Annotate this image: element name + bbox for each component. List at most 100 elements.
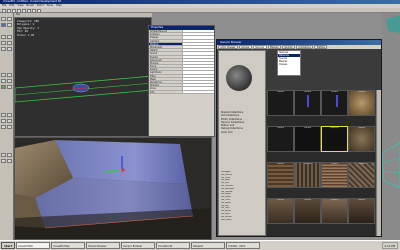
vertex-mode-icon[interactable] xyxy=(7,17,12,21)
property-key: Display xyxy=(150,36,159,39)
property-value[interactable] xyxy=(182,81,214,84)
tab-animations[interactable]: Animations xyxy=(295,45,314,49)
property-value[interactable] xyxy=(182,49,214,52)
cylinder-builder-icon[interactable] xyxy=(1,41,6,45)
property-value[interactable] xyxy=(182,45,214,49)
sheet-builder-icon[interactable] xyxy=(7,35,12,39)
property-value[interactable] xyxy=(182,87,214,90)
task-texture-browser[interactable]: Texture Browser xyxy=(86,242,121,249)
wireframe-line xyxy=(381,157,400,164)
task-notepad[interactable]: Notepad xyxy=(191,242,226,249)
texture-thumbnail[interactable]: Texture xyxy=(348,126,375,152)
properties-panel[interactable]: Properties AmbientSound Collision Display L… xyxy=(148,25,215,137)
property-row[interactable]: Info xyxy=(149,90,214,94)
texture-thumbnail[interactable]: Texture xyxy=(294,162,321,188)
texture-thumbnail[interactable]: Texture xyxy=(321,90,348,116)
brush-clip-icon[interactable] xyxy=(1,23,6,27)
build-icon[interactable] xyxy=(32,8,36,13)
task-unreal-help[interactable]: UnrealEd Help xyxy=(51,242,86,249)
generic-browser-window[interactable]: Generic Browser Actor Classes Groups Tex… xyxy=(216,39,382,237)
terrain-icon[interactable] xyxy=(1,153,6,157)
texture-thumbnail[interactable]: Texture xyxy=(348,198,375,224)
texture-thumbnail[interactable]: Texture xyxy=(321,162,348,188)
select-all-icon[interactable] xyxy=(1,119,6,123)
static-mesh-icon[interactable] xyxy=(1,159,6,163)
search-icon[interactable] xyxy=(27,8,31,13)
top-viewport[interactable]: Viewports: 188 Polygons: 2 CSG Opacity: … xyxy=(14,17,152,137)
grid-icon[interactable] xyxy=(7,125,12,129)
property-value[interactable] xyxy=(182,58,214,61)
hide-selected-icon[interactable] xyxy=(7,113,12,117)
show-all-icon[interactable] xyxy=(1,125,6,129)
csg-deintersect-icon[interactable] xyxy=(7,79,12,83)
property-value[interactable] xyxy=(182,84,214,87)
property-value[interactable] xyxy=(182,36,214,39)
play-icon[interactable] xyxy=(37,8,41,13)
task-paint[interactable]: Untitled - Paint xyxy=(226,242,261,249)
cone-builder-icon[interactable] xyxy=(7,41,12,45)
texture-thumbnail[interactable]: Texture xyxy=(267,198,294,224)
texture-thumbnail[interactable]: Texture xyxy=(294,198,321,224)
stairs-builder-icon[interactable] xyxy=(1,47,6,51)
property-value[interactable] xyxy=(182,65,214,68)
property-value[interactable] xyxy=(182,74,214,77)
open-icon[interactable] xyxy=(7,8,11,13)
property-value[interactable] xyxy=(182,39,214,42)
add-mover-icon[interactable] xyxy=(1,85,6,89)
property-value[interactable] xyxy=(182,55,214,58)
tab-textures[interactable]: Textures xyxy=(252,45,267,49)
tab-prefabs[interactable]: Prefabs xyxy=(314,45,328,49)
collection-item[interactable]: Color Coll xyxy=(219,131,267,134)
package-folder[interactable]: Mat_Stone xyxy=(219,219,267,222)
filter-row[interactable]: Classes xyxy=(278,63,300,66)
texture-thumbnail[interactable]: Texture xyxy=(321,198,348,224)
property-value[interactable] xyxy=(182,68,214,71)
invert-selection-icon[interactable] xyxy=(7,119,12,123)
start-button[interactable]: start xyxy=(1,242,16,249)
property-value[interactable] xyxy=(182,71,214,74)
property-value[interactable] xyxy=(182,33,214,36)
texture-thumbnail[interactable]: Texture xyxy=(348,90,375,116)
show-selected-icon[interactable] xyxy=(1,113,6,117)
sphere-builder-icon[interactable] xyxy=(7,47,12,51)
tab-sounds[interactable]: Sounds xyxy=(281,45,295,49)
property-value[interactable] xyxy=(182,90,214,93)
thumbnail-scrollbar[interactable] xyxy=(376,90,381,236)
redo-icon[interactable] xyxy=(22,8,26,13)
property-key: Sound xyxy=(150,52,158,55)
texture-thumbnail[interactable]: Texture xyxy=(267,126,294,152)
property-value[interactable] xyxy=(182,30,214,33)
thumbnail-grid[interactable]: Texture Texture Texture Texture Texture Textu… xyxy=(267,90,375,236)
save-icon[interactable] xyxy=(12,8,16,13)
csg-subtract-icon[interactable] xyxy=(7,73,12,77)
texture-pan-icon[interactable] xyxy=(7,23,12,27)
csg-intersect-icon[interactable] xyxy=(1,79,6,83)
csg-add-icon[interactable] xyxy=(1,73,6,77)
task-unreal-editor[interactable]: Unreal Editor xyxy=(16,242,51,249)
cube-builder-icon[interactable] xyxy=(1,35,6,39)
camera-mode-icon[interactable] xyxy=(1,17,6,21)
new-icon[interactable] xyxy=(2,8,6,13)
texture-thumbnail[interactable]: Material xyxy=(321,126,348,152)
property-value[interactable] xyxy=(182,52,214,55)
tab-groups[interactable]: Groups xyxy=(238,45,252,49)
volume-icon[interactable] xyxy=(7,159,12,163)
tab-meshes[interactable]: Meshes xyxy=(267,45,281,49)
undo-icon[interactable] xyxy=(17,8,21,13)
property-value[interactable] xyxy=(182,42,214,45)
task-generic-browser[interactable]: Generic Browser xyxy=(121,242,156,249)
texture-thumbnail[interactable]: Texture xyxy=(267,90,294,116)
tab-actor-classes[interactable]: Actor Classes xyxy=(218,45,238,49)
property-value[interactable] xyxy=(182,77,214,80)
texture-thumbnail[interactable]: Texture xyxy=(267,162,294,188)
texture-thumbnail[interactable]: Texture xyxy=(294,126,321,152)
property-value[interactable] xyxy=(182,61,214,65)
perspective-viewport[interactable] xyxy=(14,137,212,240)
matinee-icon[interactable] xyxy=(7,153,12,157)
texture-thumbnail[interactable]: Texture xyxy=(348,162,375,188)
side-viewport[interactable] xyxy=(381,13,400,240)
texture-thumbnail[interactable]: Texture xyxy=(294,90,321,116)
filter-list[interactable]: Textures Materials Sounds Meshes Classes xyxy=(277,50,301,76)
task-unrealscript[interactable]: UnrealScript xyxy=(156,242,191,249)
add-special-icon[interactable] xyxy=(7,85,12,89)
